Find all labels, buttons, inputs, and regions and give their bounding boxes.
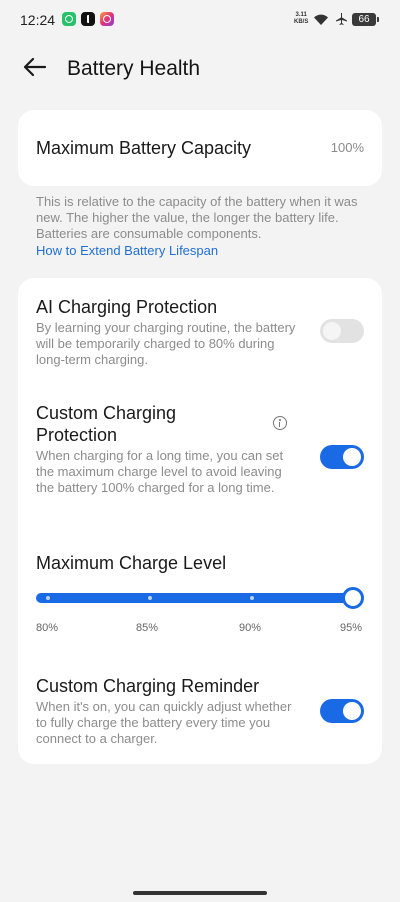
max-charge-level-slider[interactable]: [36, 584, 366, 612]
toggle-knob: [343, 702, 361, 720]
slider-step-dot: [46, 596, 50, 600]
airplane-icon: [336, 13, 347, 25]
battery-capacity-card: Maximum Battery Capacity 100%: [18, 110, 382, 186]
slider-step-dot: [250, 596, 254, 600]
wifi-icon: [314, 14, 328, 25]
status-bar: 12:24 3.11 KB/S 66: [0, 0, 400, 40]
home-indicator[interactable]: [133, 891, 267, 895]
network-speed: 3.11 KB/S: [294, 12, 309, 25]
toggle-knob: [343, 448, 361, 466]
capacity-info-text: This is relative to the capacity of the …: [36, 194, 358, 241]
custom-charging-protection-toggle[interactable]: [320, 445, 364, 469]
battery-icon: 66: [352, 13, 379, 26]
capacity-value: 100%: [330, 140, 364, 155]
max-charge-level-title: Maximum Charge Level: [36, 553, 227, 573]
status-time: 12:24: [20, 12, 56, 28]
whatsapp-icon: [62, 12, 76, 26]
custom-charging-protection-desc: When charging for a long time, you can s…: [36, 448, 284, 495]
slider-thumb[interactable]: [342, 587, 364, 609]
tiktok-icon: [81, 12, 95, 26]
custom-charging-reminder-title: Custom Charging Reminder: [36, 676, 260, 696]
custom-charging-reminder-toggle[interactable]: [320, 699, 364, 723]
ai-charging-protection-desc: By learning your charging routine, the b…: [36, 320, 296, 367]
tick-label: 90%: [239, 622, 262, 634]
toggle-knob: [323, 322, 341, 340]
ai-charging-protection-title: AI Charging Protection: [36, 297, 218, 317]
extend-lifespan-link[interactable]: How to Extend Battery Lifespan: [36, 243, 218, 258]
back-button[interactable]: [20, 52, 50, 82]
tick-label: 95%: [340, 622, 363, 634]
info-icon[interactable]: [273, 416, 287, 430]
charging-settings-card: AI Charging Protection By learning your …: [18, 278, 382, 764]
page-title: Battery Health: [67, 57, 201, 80]
slider-track: [36, 593, 352, 603]
ai-charging-protection-toggle[interactable]: [320, 319, 364, 343]
custom-charging-reminder-desc: When it's on, you can quickly adjust whe…: [36, 699, 292, 746]
capacity-label: Maximum Battery Capacity: [36, 138, 252, 158]
tick-label: 80%: [36, 622, 59, 634]
instagram-icon: [100, 12, 114, 26]
slider-step-dot: [148, 596, 152, 600]
custom-charging-protection-title: Custom Charging Protection: [36, 403, 177, 445]
back-arrow-icon: [23, 57, 47, 77]
tick-label: 85%: [136, 622, 159, 634]
